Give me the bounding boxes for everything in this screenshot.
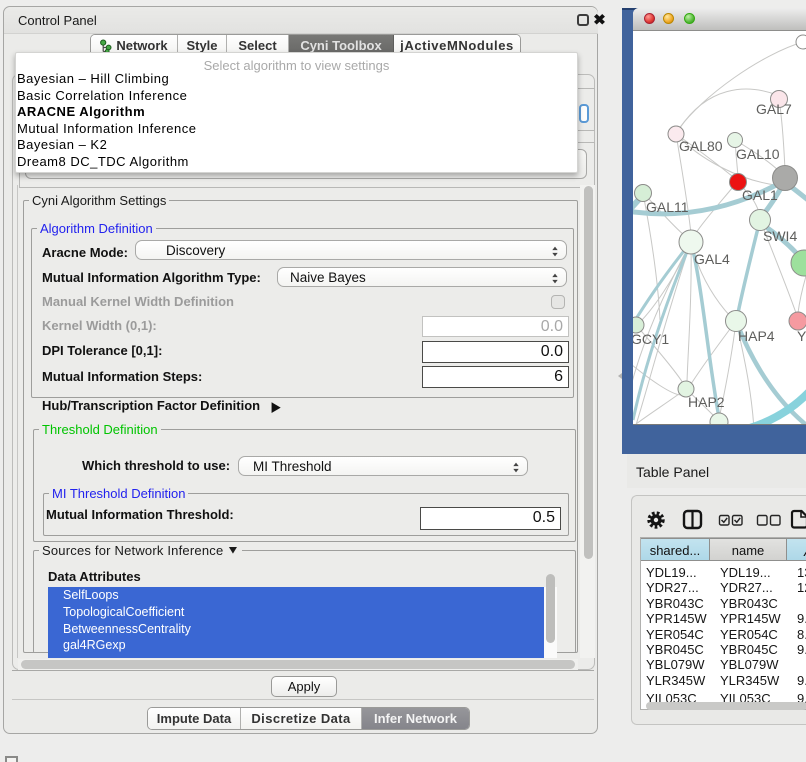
svg-text:GAL10: GAL10 [736,146,780,162]
svg-text:GAL1: GAL1 [742,187,778,203]
svg-text:GCY1: GCY1 [633,331,669,347]
svg-text:GAL7: GAL7 [756,101,792,117]
svg-text:GAL4: GAL4 [694,251,730,267]
svg-text:SWI4: SWI4 [763,228,797,244]
svg-text:HAP4: HAP4 [738,328,775,344]
svg-text:GAL80: GAL80 [679,138,723,154]
svg-text:Y: Y [797,328,806,344]
svg-text:GAL11: GAL11 [646,199,689,215]
svg-text:HAP2: HAP2 [688,394,725,410]
